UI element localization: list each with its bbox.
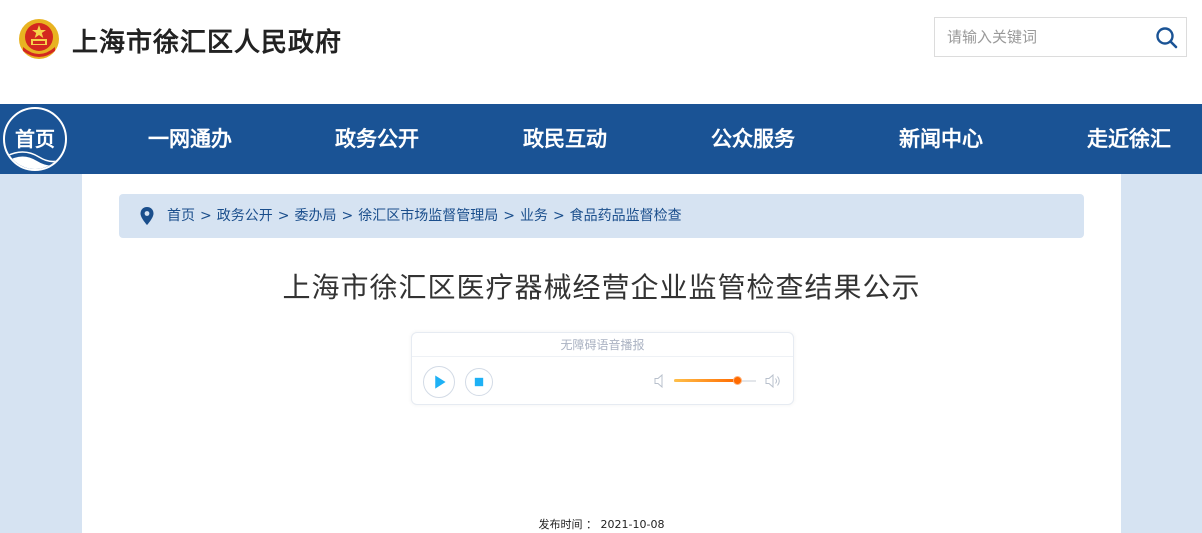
breadcrumb-open-government[interactable]: 政务公开 xyxy=(217,208,273,224)
breadcrumb: 首页 > 政务公开 > 委办局 > 徐汇区市场监督管理局 > 业务 > 食品药品监督检查 xyxy=(119,194,1084,238)
volume-knob[interactable] xyxy=(733,376,742,385)
accessibility-audio-player: 无障碍语音播报 xyxy=(411,332,794,405)
national-emblem-icon[interactable] xyxy=(17,17,61,61)
wave-icon xyxy=(5,151,65,169)
volume-fill xyxy=(674,379,737,382)
nav-home-label: 首页 xyxy=(15,127,55,151)
breadcrumb-separator: > xyxy=(200,208,212,224)
nav-item-about-xuhui[interactable]: 走近徐汇 xyxy=(1087,104,1171,174)
nav-item-interaction[interactable]: 政民互动 xyxy=(523,104,607,174)
nav-item-news-center[interactable]: 新闻中心 xyxy=(899,104,983,174)
location-pin-icon xyxy=(140,207,154,225)
breadcrumb-departments[interactable]: 委办局 xyxy=(294,208,336,224)
player-title: 无障碍语音播报 xyxy=(412,333,793,357)
site-header: 上海市徐汇区人民政府 xyxy=(0,0,1202,104)
breadcrumb-items: 首页 > 政务公开 > 委办局 > 徐汇区市场监督管理局 > 业务 > 食品药品监督检查 xyxy=(167,194,682,238)
main-nav: 首页 一网通办 政务公开 政民互动 公众服务 新闻中心 走近徐汇 xyxy=(0,104,1202,174)
play-icon[interactable] xyxy=(423,366,455,398)
stop-icon[interactable] xyxy=(465,368,493,396)
publish-time: 发布时间 ： 2021-10-08 xyxy=(82,516,1121,532)
nav-item-open-government[interactable]: 政务公开 xyxy=(335,104,419,174)
breadcrumb-separator: > xyxy=(552,208,565,224)
search-input[interactable] xyxy=(935,18,1150,56)
volume-low-icon[interactable] xyxy=(654,374,666,388)
publish-separator: ： xyxy=(586,518,598,531)
breadcrumb-separator: > xyxy=(341,208,354,224)
breadcrumb-separator: > xyxy=(503,208,515,224)
content-panel: 首页 > 政务公开 > 委办局 > 徐汇区市场监督管理局 > 业务 > 食品药品监督检查 上海市徐汇… xyxy=(82,174,1121,533)
breadcrumb-business[interactable]: 业务 xyxy=(520,208,548,224)
publish-date: 2021-10-08 xyxy=(600,518,665,531)
search-box xyxy=(934,17,1187,57)
nav-item-public-service[interactable]: 公众服务 xyxy=(711,104,795,174)
publish-label: 发布时间 xyxy=(538,518,583,531)
nav-home-button[interactable]: 首页 xyxy=(3,107,67,171)
breadcrumb-home[interactable]: 首页 xyxy=(167,208,195,224)
volume-slider[interactable] xyxy=(674,376,756,385)
volume-high-icon[interactable] xyxy=(765,374,782,388)
breadcrumb-food-drug-inspection[interactable]: 食品药品监督检查 xyxy=(570,208,682,224)
article-title: 上海市徐汇区医疗器械经营企业监管检查结果公示 xyxy=(282,271,921,304)
breadcrumb-market-regulation[interactable]: 徐汇区市场监督管理局 xyxy=(358,208,498,224)
breadcrumb-separator: > xyxy=(277,208,290,224)
site-title[interactable]: 上海市徐汇区人民政府 xyxy=(72,22,342,59)
nav-item-service[interactable]: 一网通办 xyxy=(148,104,232,174)
search-icon[interactable] xyxy=(1154,25,1180,51)
